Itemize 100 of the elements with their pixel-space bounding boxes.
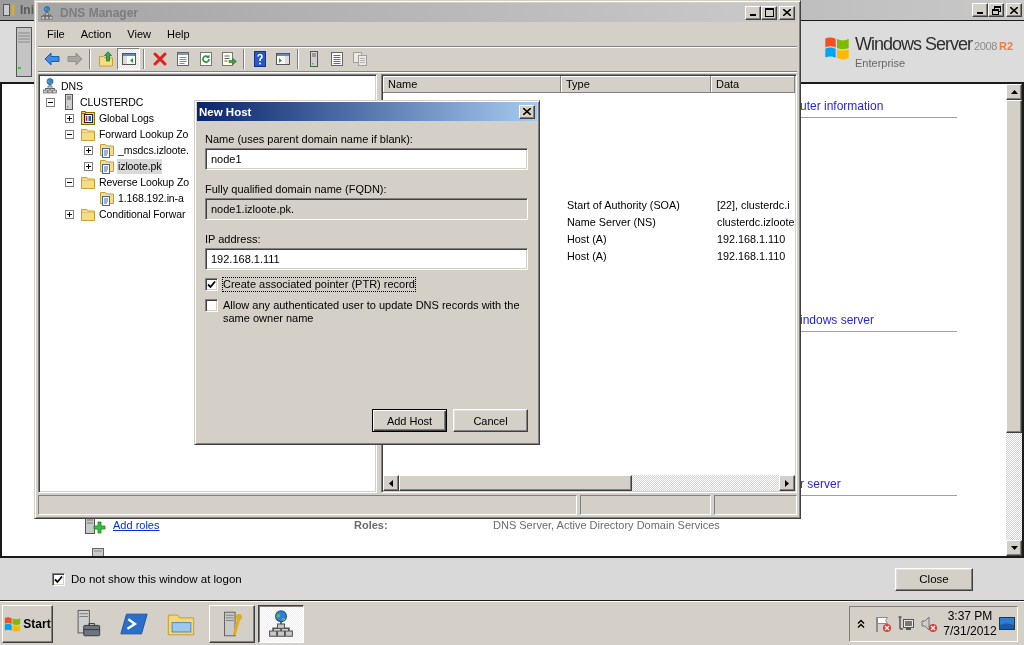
field-label: Name (uses parent domain name if blank): bbox=[205, 132, 414, 146]
table-cell-text: clusterdc.izloote bbox=[716, 215, 795, 228]
minimize-button[interactable] bbox=[972, 3, 988, 17]
minimize-button[interactable] bbox=[745, 5, 761, 20]
plus-box-icon[interactable] bbox=[65, 209, 74, 219]
minus-box-icon[interactable] bbox=[65, 177, 74, 187]
scroll-thumb[interactable] bbox=[1006, 100, 1022, 433]
minus-box-icon[interactable] bbox=[46, 97, 55, 107]
scroll-up-button[interactable] bbox=[1006, 84, 1022, 100]
tree-item[interactable]: Global Logs bbox=[98, 110, 155, 126]
checkbox[interactable] bbox=[52, 572, 65, 586]
log-book-icon bbox=[80, 110, 96, 126]
clock-date[interactable]: 7/31/2012 bbox=[943, 623, 997, 639]
close-icon bbox=[783, 9, 791, 16]
server-wrench-icon bbox=[2, 3, 16, 17]
close-button[interactable] bbox=[779, 5, 795, 20]
scroll-thumb[interactable] bbox=[399, 475, 632, 491]
tree-item[interactable]: CLUSTERDC bbox=[79, 94, 145, 110]
scroll-right-button[interactable] bbox=[779, 475, 795, 491]
checkbox-label[interactable]: Create associated pointer (PTR) record bbox=[223, 278, 415, 291]
window-left-pane-icon bbox=[120, 51, 137, 67]
close-icon bbox=[523, 108, 531, 115]
network-globe-icon bbox=[267, 609, 295, 638]
checkbox[interactable] bbox=[205, 278, 218, 291]
chevron-up-icon[interactable] bbox=[857, 618, 865, 629]
menu-item[interactable]: View bbox=[119, 26, 159, 43]
tree-item[interactable]: 1.168.192.in-a bbox=[117, 190, 185, 206]
close-button[interactable]: Close bbox=[895, 567, 973, 591]
field-label: Fully qualified domain name (FQDN): bbox=[205, 182, 388, 196]
network-globe-icon bbox=[42, 78, 58, 94]
column-header[interactable]: Name bbox=[383, 76, 561, 93]
checkbox-label[interactable]: Allow any authenticated user to update DNS records with the same owner name bbox=[223, 299, 523, 325]
text-field[interactable]: node1 bbox=[205, 148, 528, 170]
table-cell-text: Name Server (NS) bbox=[566, 215, 657, 228]
add-roles-link[interactable]: Add roles bbox=[113, 519, 160, 531]
text-field[interactable]: 192.168.1.111 bbox=[205, 248, 528, 270]
table-cell-text: Start of Authority (SOA) bbox=[566, 198, 681, 211]
taskbar-button[interactable] bbox=[258, 604, 304, 643]
speaker-error-icon[interactable] bbox=[920, 614, 938, 633]
left-arrow-icon bbox=[389, 479, 393, 487]
close-button[interactable] bbox=[519, 104, 535, 119]
table-cell-text: 192.168.1.110 bbox=[716, 249, 787, 262]
vertical-scrollbar[interactable] bbox=[1006, 84, 1022, 556]
windows-flag-icon bbox=[824, 34, 850, 60]
checkmark-icon bbox=[54, 574, 63, 584]
restore-button[interactable] bbox=[988, 3, 1004, 17]
menu-item[interactable]: Action bbox=[72, 26, 120, 43]
plus-box-icon[interactable] bbox=[84, 145, 93, 155]
column-header[interactable]: Data bbox=[711, 76, 795, 93]
tree-item[interactable]: _msdcs.izloote. bbox=[117, 142, 190, 158]
plus-box-icon[interactable] bbox=[65, 113, 74, 123]
table-cell-text: 192.168.1.110 bbox=[716, 232, 787, 245]
table-cell-text: [22], clusterdc.i bbox=[716, 198, 791, 211]
tree-item[interactable]: Reverse Lookup Zo bbox=[98, 174, 190, 190]
product-release: R2 bbox=[998, 39, 1013, 54]
minus-box-icon[interactable] bbox=[65, 129, 74, 139]
window-right-pane-icon bbox=[274, 51, 291, 67]
flag-error-icon[interactable] bbox=[874, 614, 892, 633]
page-refresh-icon bbox=[197, 51, 214, 67]
menu-item[interactable]: File bbox=[39, 26, 73, 43]
network-computer-icon[interactable] bbox=[897, 614, 915, 633]
horizontal-scrollbar[interactable] bbox=[383, 475, 795, 491]
folder-document-icon bbox=[99, 158, 115, 174]
list-icon bbox=[328, 51, 345, 67]
scroll-down-button[interactable] bbox=[1006, 540, 1022, 556]
roles-label: Roles: bbox=[354, 519, 389, 531]
maximize-button[interactable] bbox=[761, 5, 777, 20]
windows-flag-icon bbox=[4, 615, 22, 632]
tree-item[interactable]: Forward Lookup Zo bbox=[98, 126, 190, 142]
server-icon bbox=[92, 548, 104, 556]
scroll-left-button[interactable] bbox=[383, 475, 399, 491]
checkbox[interactable] bbox=[205, 299, 218, 312]
close-button[interactable] bbox=[1006, 3, 1022, 17]
table-cell-text: Host (A) bbox=[566, 232, 608, 245]
section-heading: indows server bbox=[800, 313, 875, 327]
tree-item[interactable]: DNS bbox=[60, 78, 84, 94]
start-button[interactable]: Start bbox=[2, 604, 53, 643]
toolbar-button[interactable] bbox=[117, 48, 140, 70]
folder-document-icon bbox=[99, 190, 115, 206]
menu-item[interactable]: Help bbox=[158, 26, 198, 43]
dialog-button[interactable]: Cancel bbox=[453, 409, 528, 432]
checkbox-label[interactable]: Do not show this window at logon bbox=[71, 573, 242, 585]
product-edition: Enterprise bbox=[855, 57, 907, 70]
restore-icon bbox=[991, 5, 1001, 15]
clock-time[interactable]: 3:37 PM bbox=[947, 608, 993, 624]
right-arrow-icon bbox=[66, 51, 83, 67]
left-arrow-icon bbox=[43, 51, 60, 67]
product-name: Windows Server bbox=[855, 33, 973, 55]
text-field[interactable]: node1.izloote.pk. bbox=[205, 198, 528, 220]
monitor-icon[interactable] bbox=[999, 615, 1015, 632]
properties-sheet-icon bbox=[174, 51, 191, 67]
maximize-icon bbox=[764, 8, 774, 17]
tree-item[interactable]: Conditional Forwar bbox=[98, 206, 187, 222]
tree-item[interactable]: izloote.pk bbox=[117, 158, 163, 174]
dialog-button[interactable]: Add Host bbox=[372, 409, 447, 432]
folder-icon bbox=[80, 206, 96, 222]
folder-icon bbox=[80, 126, 96, 142]
roles-value: DNS Server, Active Directory Domain Services bbox=[493, 519, 721, 531]
column-header[interactable]: Type bbox=[561, 76, 711, 93]
plus-box-icon[interactable] bbox=[84, 161, 93, 171]
